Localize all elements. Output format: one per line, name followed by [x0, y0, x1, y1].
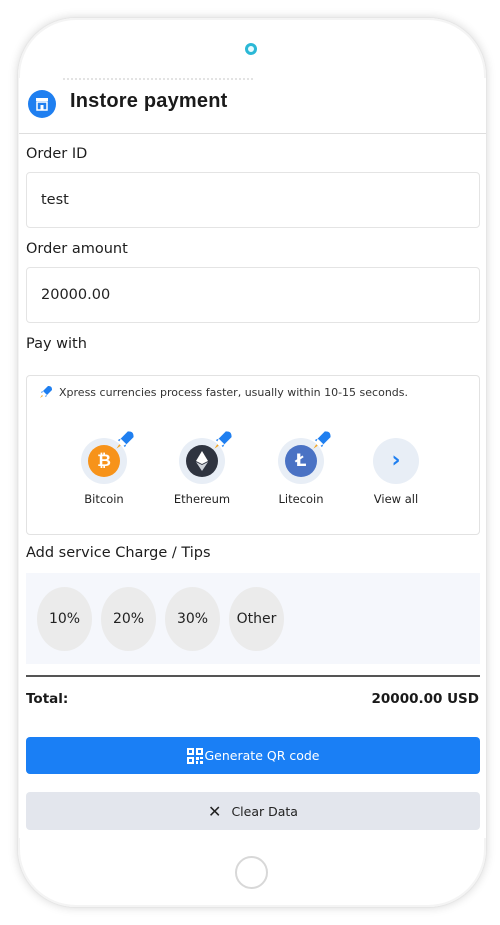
coin-label: Ethereum [173, 492, 231, 506]
home-button[interactable] [235, 856, 268, 889]
xpress-notice: Xpress currencies process faster, usuall… [39, 385, 408, 399]
generate-qr-label: Generate QR code [204, 748, 320, 763]
coin-label: Litecoin [278, 492, 324, 506]
generate-qr-button[interactable]: Generate QR code [26, 737, 480, 774]
coin-litecoin[interactable]: Ł Litecoin [261, 431, 341, 506]
tip-other-button[interactable]: Other [229, 587, 284, 651]
tip-30-button[interactable]: 30% [165, 587, 220, 651]
total-divider [26, 675, 480, 677]
pay-with-label: Pay with [26, 336, 87, 352]
page-header: Instore payment [19, 86, 486, 134]
rocket-icon [116, 431, 134, 449]
coin-ethereum[interactable]: Ethereum [162, 431, 242, 506]
rocket-icon [214, 431, 232, 449]
chevron-right-icon: › [391, 448, 401, 473]
app-screen: Instore payment Order ID Order amount Pa… [19, 78, 486, 838]
order-id-label: Order ID [26, 146, 88, 162]
xpress-notice-text: Xpress currencies process faster, usuall… [59, 385, 409, 399]
camera-dot [245, 43, 257, 55]
payment-method-panel: Xpress currencies process faster, usuall… [26, 375, 480, 535]
tip-20-button[interactable]: 20% [101, 587, 156, 651]
total-label: Total: [26, 691, 69, 707]
close-icon: ✕ [208, 801, 222, 821]
page-title: Instore payment [70, 90, 228, 112]
rocket-icon [313, 431, 331, 449]
tips-panel: 10% 20% 30% Other [26, 573, 480, 664]
tips-label: Add service Charge / Tips [26, 545, 211, 561]
tip-10-button[interactable]: 10% [37, 587, 92, 651]
qr-code-icon [186, 747, 203, 764]
coin-label: Bitcoin [84, 492, 124, 506]
view-all-button[interactable]: › View all [356, 438, 436, 506]
clear-data-button[interactable]: ✕ Clear Data [26, 792, 480, 830]
order-id-input[interactable] [26, 172, 480, 228]
order-amount-label: Order amount [26, 241, 128, 257]
status-divider [63, 78, 253, 80]
view-all-label: View all [373, 492, 419, 506]
order-amount-input[interactable] [26, 267, 480, 323]
clear-data-label: Clear Data [231, 803, 298, 819]
total-value: 20000.00 USD [371, 691, 479, 707]
rocket-icon [40, 386, 52, 398]
coin-bitcoin[interactable]: ₿ Bitcoin [64, 431, 144, 506]
store-icon [28, 90, 56, 118]
